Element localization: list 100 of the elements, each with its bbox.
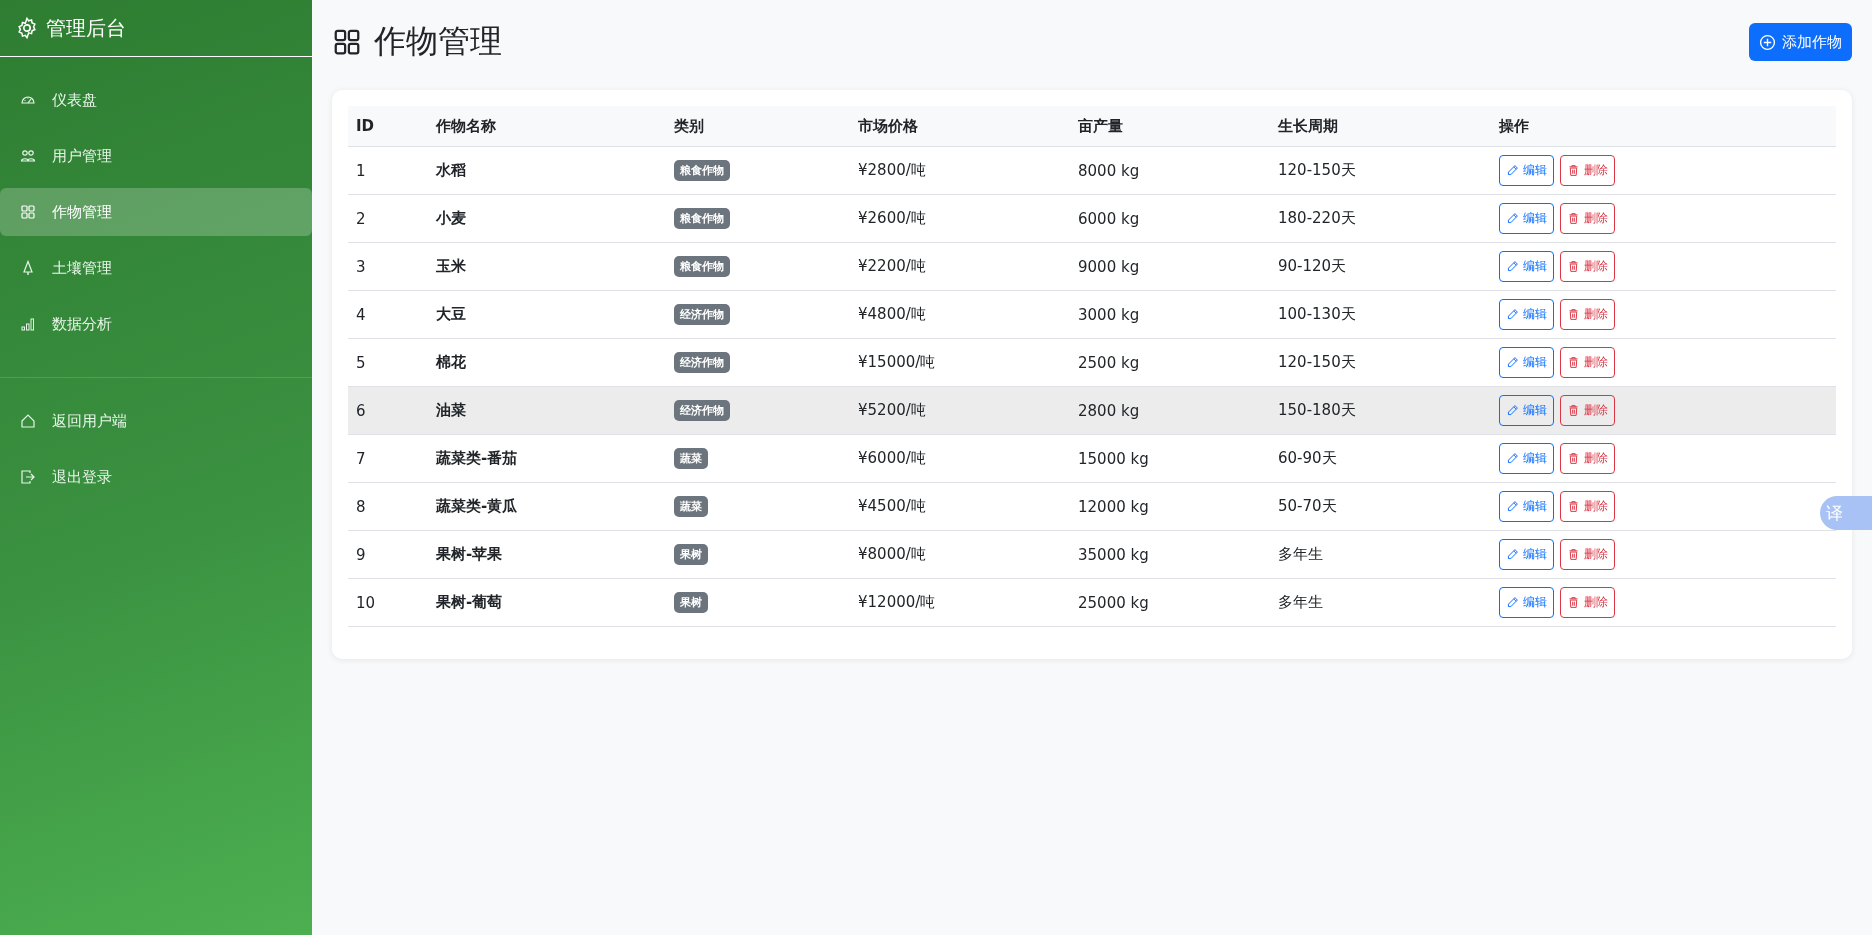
table-cell: 12000 kg (1078, 497, 1149, 516)
column-header: 作物名称 (428, 106, 666, 147)
trash-icon (1567, 452, 1580, 465)
table-row[interactable]: 4 大豆 经济作物 ¥4800/吨 3000 kg 100-130天 编辑 删除 (348, 290, 1836, 339)
column-header: 生长周期 (1270, 106, 1491, 147)
column-header: 亩产量 (1070, 106, 1270, 147)
sidebar-item[interactable]: 退出登录 (0, 453, 312, 501)
edit-button[interactable]: 编辑 (1499, 443, 1554, 474)
pencil-icon (1506, 308, 1519, 321)
brand-title: 管理后台 (46, 14, 126, 42)
table-cell: 2 (356, 209, 366, 228)
tree-icon (20, 260, 36, 276)
add-crop-button[interactable]: 添加作物 (1749, 23, 1852, 61)
pencil-icon (1506, 404, 1519, 417)
bar-chart-icon (20, 316, 36, 332)
table-cell: 8 (356, 497, 366, 516)
category-badge: 果树 (674, 592, 708, 613)
sidebar-item[interactable]: 返回用户端 (0, 397, 312, 445)
sidebar-item[interactable]: 作物管理 (0, 188, 312, 236)
category-badge: 经济作物 (674, 304, 730, 325)
table-cell: 25000 kg (1078, 593, 1149, 612)
edit-button[interactable]: 编辑 (1499, 347, 1554, 378)
table-cell: 9 (356, 545, 366, 564)
table-row[interactable]: 2 小麦 粮食作物 ¥2600/吨 6000 kg 180-220天 编辑 删除 (348, 194, 1836, 243)
table-cell: ¥2800/吨 (858, 161, 926, 179)
delete-button[interactable]: 删除 (1560, 347, 1615, 378)
column-header: 市场价格 (850, 106, 1070, 147)
sidebar-item[interactable]: 用户管理 (0, 132, 312, 180)
category-badge: 果树 (674, 544, 708, 565)
table-cell: 棉花 (436, 353, 466, 371)
table-cell: 7 (356, 449, 366, 468)
grid-icon (20, 204, 36, 220)
trash-icon (1567, 212, 1580, 225)
table-cell: 多年生 (1278, 593, 1323, 611)
settings-icon (16, 17, 38, 39)
column-header: 类别 (666, 106, 850, 147)
table-cell: 50-70天 (1278, 497, 1337, 515)
column-header: 操作 (1491, 106, 1836, 147)
delete-button[interactable]: 删除 (1560, 395, 1615, 426)
table-cell: ¥4800/吨 (858, 305, 926, 323)
table-cell: 蔬菜类-黄瓜 (436, 497, 518, 515)
table-cell: 5 (356, 353, 366, 372)
table-cell: 6 (356, 401, 366, 420)
table-cell: 6000 kg (1078, 209, 1140, 228)
category-badge: 蔬菜 (674, 496, 708, 517)
table-cell: ¥2600/吨 (858, 209, 926, 227)
trash-icon (1567, 260, 1580, 273)
category-badge: 经济作物 (674, 400, 730, 421)
delete-button[interactable]: 删除 (1560, 251, 1615, 282)
delete-button[interactable]: 删除 (1560, 587, 1615, 618)
table-row[interactable]: 5 棉花 经济作物 ¥15000/吨 2500 kg 120-150天 编辑 删除 (348, 338, 1836, 387)
delete-button[interactable]: 删除 (1560, 491, 1615, 522)
column-header: ID (348, 106, 428, 147)
table-cell: 果树-苹果 (436, 545, 503, 563)
page-title: 作物管理 (374, 21, 502, 62)
table-cell: 9000 kg (1078, 257, 1140, 276)
table-cell: ¥6000/吨 (858, 449, 926, 467)
table-row[interactable]: 7 蔬菜类-番茄 蔬菜 ¥6000/吨 15000 kg 60-90天 编辑 删除 (348, 434, 1836, 483)
edit-button[interactable]: 编辑 (1499, 203, 1554, 234)
delete-button[interactable]: 删除 (1560, 539, 1615, 570)
table-cell: 水稻 (436, 161, 466, 179)
trash-icon (1567, 356, 1580, 369)
table-row[interactable]: 1 水稻 粮食作物 ¥2800/吨 8000 kg 120-150天 编辑 删除 (348, 146, 1836, 195)
table-cell: 油菜 (436, 401, 466, 419)
delete-button[interactable]: 删除 (1560, 203, 1615, 234)
edit-button[interactable]: 编辑 (1499, 299, 1554, 330)
home-icon (20, 413, 36, 429)
table-cell: ¥4500/吨 (858, 497, 926, 515)
pencil-icon (1506, 548, 1519, 561)
table-cell: 小麦 (436, 209, 466, 227)
edit-button[interactable]: 编辑 (1499, 251, 1554, 282)
edit-button[interactable]: 编辑 (1499, 587, 1554, 618)
sidebar-item[interactable]: 土壤管理 (0, 244, 312, 292)
sidebar-item[interactable]: 数据分析 (0, 300, 312, 348)
pencil-icon (1506, 164, 1519, 177)
pencil-icon (1506, 212, 1519, 225)
pencil-icon (1506, 500, 1519, 513)
table-row[interactable]: 9 果树-苹果 果树 ¥8000/吨 35000 kg 多年生 编辑 删除 (348, 530, 1836, 579)
pencil-icon (1506, 452, 1519, 465)
table-cell: 90-120天 (1278, 257, 1347, 275)
table-cell: 2800 kg (1078, 401, 1140, 420)
edit-button[interactable]: 编辑 (1499, 539, 1554, 570)
table-cell: 35000 kg (1078, 545, 1149, 564)
table-cell: 1 (356, 161, 366, 180)
edit-button[interactable]: 编辑 (1499, 155, 1554, 186)
table-row[interactable]: 6 油菜 经济作物 ¥5200/吨 2800 kg 150-180天 编辑 删除 (348, 386, 1836, 435)
table-row[interactable]: 10 果树-葡萄 果树 ¥12000/吨 25000 kg 多年生 编辑 删除 (348, 578, 1836, 627)
table-cell: 2500 kg (1078, 353, 1140, 372)
table-cell: 蔬菜类-番茄 (436, 449, 518, 467)
trash-icon (1567, 164, 1580, 177)
delete-button[interactable]: 删除 (1560, 299, 1615, 330)
table-cell: ¥8000/吨 (858, 545, 926, 563)
edit-button[interactable]: 编辑 (1499, 395, 1554, 426)
delete-button[interactable]: 删除 (1560, 443, 1615, 474)
table-row[interactable]: 3 玉米 粮食作物 ¥2200/吨 9000 kg 90-120天 编辑 删除 (348, 242, 1836, 291)
sidebar-item[interactable]: 仪表盘 (0, 76, 312, 124)
delete-button[interactable]: 删除 (1560, 155, 1615, 186)
edit-button[interactable]: 编辑 (1499, 491, 1554, 522)
grid-icon (332, 27, 362, 57)
table-cell: 100-130天 (1278, 305, 1356, 323)
